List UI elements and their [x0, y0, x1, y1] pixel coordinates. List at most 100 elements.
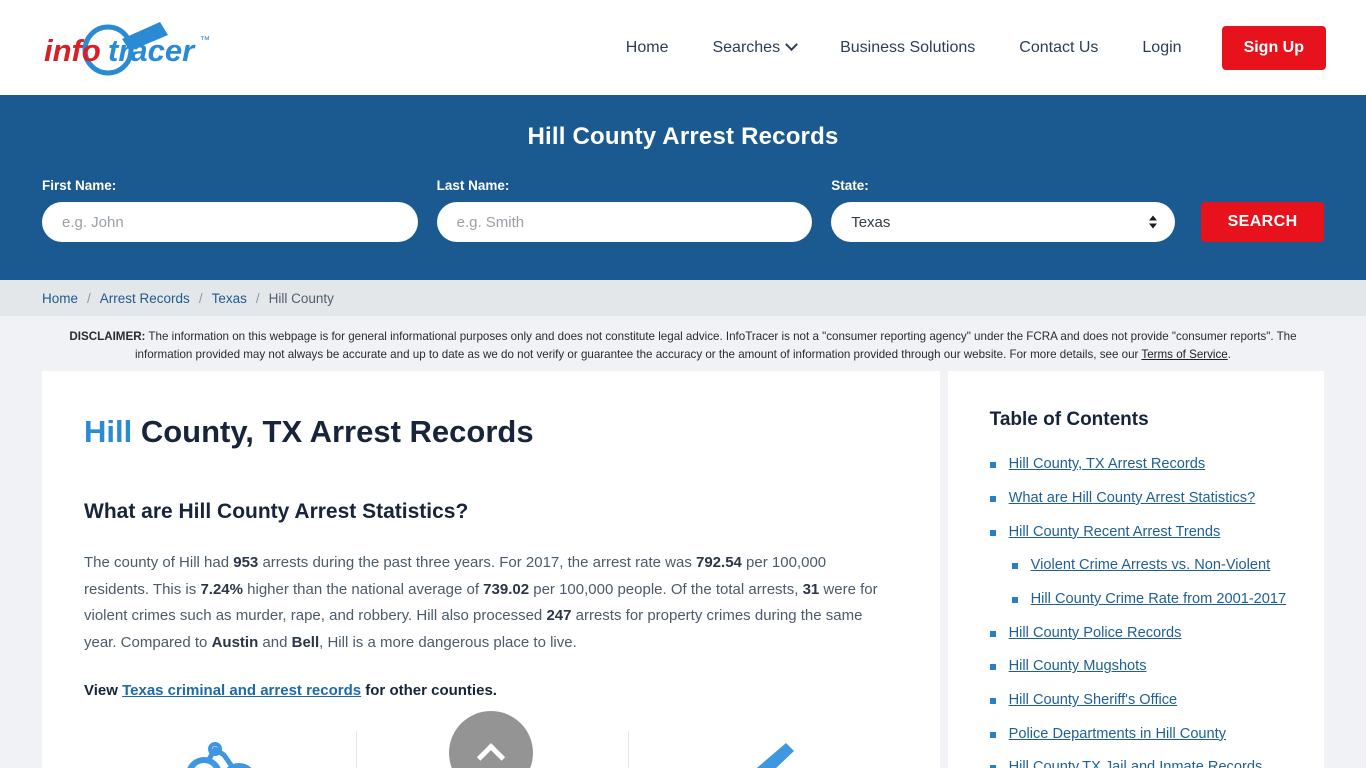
- site-header: info tracer ™ Home Searches Business Sol…: [0, 0, 1366, 95]
- toc-item[interactable]: Hill County Sheriff's Office: [989, 691, 1296, 711]
- toc-link[interactable]: Hill County Crime Rate from 2001-2017: [1031, 590, 1287, 610]
- state-select-wrapper: Texas: [831, 202, 1176, 242]
- toc-list: Hill County, TX Arrest Records What are …: [989, 455, 1296, 768]
- sign-up-button[interactable]: Sign Up: [1221, 25, 1326, 70]
- page-title-accent: Hill: [84, 414, 133, 450]
- terms-of-service-link[interactable]: Terms of Service: [1141, 348, 1227, 361]
- toc-item[interactable]: Hill County, TX Arrest Records: [989, 455, 1296, 475]
- state-label: State:: [831, 178, 869, 193]
- nav-item-contact-us[interactable]: Contact Us: [997, 29, 1120, 67]
- first-name-label: First Name:: [42, 178, 117, 193]
- bullet-icon: [989, 664, 996, 671]
- breadcrumb: Home / Arrest Records / Texas / Hill Cou…: [0, 280, 1366, 316]
- nav-item-searches[interactable]: Searches: [690, 29, 818, 67]
- disclaimer-tail: .: [1227, 347, 1231, 361]
- compare-county-bell: Bell: [291, 633, 320, 651]
- search-button[interactable]: SEARCH: [1201, 202, 1324, 242]
- stat-property-arrests: 247: [546, 607, 572, 625]
- first-name-input[interactable]: [42, 202, 418, 242]
- icon-cell-handcuffs[interactable]: [84, 731, 356, 768]
- para-text: , Hill is a more dangerous place to live…: [319, 633, 577, 651]
- nav-label: Home: [625, 38, 669, 56]
- toc-item[interactable]: What are Hill County Arrest Statistics?: [989, 489, 1296, 509]
- breadcrumb-item-home[interactable]: Home: [42, 291, 78, 306]
- bullet-icon: [989, 731, 996, 738]
- table-of-contents-card: Table of Contents Hill County, TX Arrest…: [947, 371, 1324, 768]
- breadcrumb-item-arrest-records[interactable]: Arrest Records: [100, 291, 190, 306]
- view-prefix: View: [84, 681, 123, 699]
- search-banner: Hill County Arrest Records First Name: L…: [0, 95, 1366, 280]
- toc-title: Table of Contents: [989, 409, 1149, 431]
- disclaimer-text: DISCLAIMER: The information on this webp…: [0, 316, 1366, 372]
- last-name-input[interactable]: [436, 202, 813, 242]
- scroll-to-top-button[interactable]: [448, 710, 533, 768]
- para-text: higher than the national average of: [242, 580, 484, 598]
- view-other-counties-line: View Texas criminal and arrest records f…: [84, 682, 900, 699]
- page-title-rest: County, TX Arrest Records: [132, 414, 534, 450]
- toc-link[interactable]: Hill County Mugshots: [1009, 657, 1147, 677]
- pen-icon: [756, 742, 794, 768]
- toc-link[interactable]: Police Departments in Hill County: [1009, 725, 1226, 745]
- svg-text:™: ™: [200, 35, 210, 46]
- state-select[interactable]: Texas: [831, 202, 1176, 242]
- state-field-group: State: Texas: [831, 178, 1176, 242]
- icon-cell-pen[interactable]: [627, 730, 900, 768]
- breadcrumb-item-texas[interactable]: Texas: [212, 291, 247, 306]
- nav-item-home[interactable]: Home: [604, 29, 691, 67]
- toc-item[interactable]: Violent Crime Arrests vs. Non-Violent: [1011, 556, 1296, 576]
- compare-county-austin: Austin: [211, 633, 259, 651]
- bullet-icon: [1011, 596, 1018, 603]
- stat-violent-arrests: 31: [802, 580, 820, 598]
- nav-label: Contact Us: [1019, 38, 1099, 56]
- breadcrumb-separator: /: [255, 290, 260, 306]
- site-logo[interactable]: info tracer ™: [42, 18, 217, 78]
- toc-item[interactable]: Hill County Mugshots: [989, 657, 1296, 677]
- toc-link[interactable]: Hill County Sheriff's Office: [1009, 691, 1178, 711]
- toc-link[interactable]: What are Hill County Arrest Statistics?: [1009, 489, 1256, 509]
- para-text: per 100,000 people. Of the total arrests…: [529, 580, 803, 598]
- disclaimer-prefix: DISCLAIMER:: [69, 330, 146, 343]
- first-name-field-group: First Name:: [42, 178, 418, 242]
- toc-item[interactable]: Hill County Recent Arrest Trends: [989, 523, 1296, 543]
- main-navigation: Home Searches Business Solutions Contact…: [604, 25, 1326, 70]
- breadcrumb-separator: /: [198, 290, 203, 306]
- view-suffix: for other counties.: [361, 681, 497, 699]
- search-form: First Name: Last Name: State: Texas SEAR…: [42, 178, 1324, 242]
- toc-item[interactable]: Hill County,TX Jail and Inmate Records: [989, 758, 1296, 768]
- handcuffs-icon: [187, 741, 252, 768]
- nav-label: Searches: [712, 38, 781, 56]
- para-text: arrests during the past three years. For…: [258, 554, 696, 572]
- breadcrumb-item-hill-county: Hill County: [268, 290, 334, 306]
- nav-item-business-solutions[interactable]: Business Solutions: [818, 29, 997, 67]
- nav-label: Business Solutions: [840, 38, 976, 56]
- toc-item[interactable]: Hill County Police Records: [989, 624, 1296, 644]
- nav-item-login[interactable]: Login: [1120, 29, 1203, 67]
- toc-item[interactable]: Hill County Crime Rate from 2001-2017: [1011, 590, 1296, 610]
- bullet-icon: [989, 698, 996, 705]
- stat-arrest-rate: 792.54: [696, 554, 742, 572]
- toc-link[interactable]: Hill County,TX Jail and Inmate Records: [1009, 758, 1263, 768]
- svg-text:tracer: tracer: [108, 33, 196, 68]
- last-name-label: Last Name:: [436, 178, 510, 193]
- chevron-down-icon: [785, 38, 798, 52]
- page-content: Hill County, TX Arrest Records What are …: [0, 371, 1366, 768]
- nav-label: Login: [1142, 38, 1182, 56]
- page-title: Hill County, TX Arrest Records: [84, 413, 900, 450]
- stat-percent-higher: 7.24%: [200, 580, 243, 598]
- toc-link[interactable]: Hill County Recent Arrest Trends: [1009, 523, 1221, 543]
- toc-link[interactable]: Hill County Police Records: [1009, 624, 1182, 644]
- bullet-icon: [989, 462, 996, 469]
- stat-total-arrests: 953: [233, 554, 259, 572]
- toc-link[interactable]: Violent Crime Arrests vs. Non-Violent: [1031, 556, 1271, 576]
- toc-item[interactable]: Police Departments in Hill County: [989, 725, 1296, 745]
- last-name-field-group: Last Name:: [436, 178, 813, 242]
- infotracer-logo-icon: info tracer ™: [44, 21, 210, 75]
- bullet-icon: [1011, 563, 1018, 570]
- article-card: Hill County, TX Arrest Records What are …: [42, 371, 940, 768]
- texas-records-link[interactable]: Texas criminal and arrest records: [122, 682, 361, 699]
- svg-text:info: info: [44, 33, 101, 68]
- toc-link[interactable]: Hill County, TX Arrest Records: [1009, 455, 1206, 475]
- section-heading-statistics: What are Hill County Arrest Statistics?: [84, 500, 469, 524]
- bullet-icon: [989, 630, 996, 637]
- stat-national-average: 739.02: [483, 580, 530, 598]
